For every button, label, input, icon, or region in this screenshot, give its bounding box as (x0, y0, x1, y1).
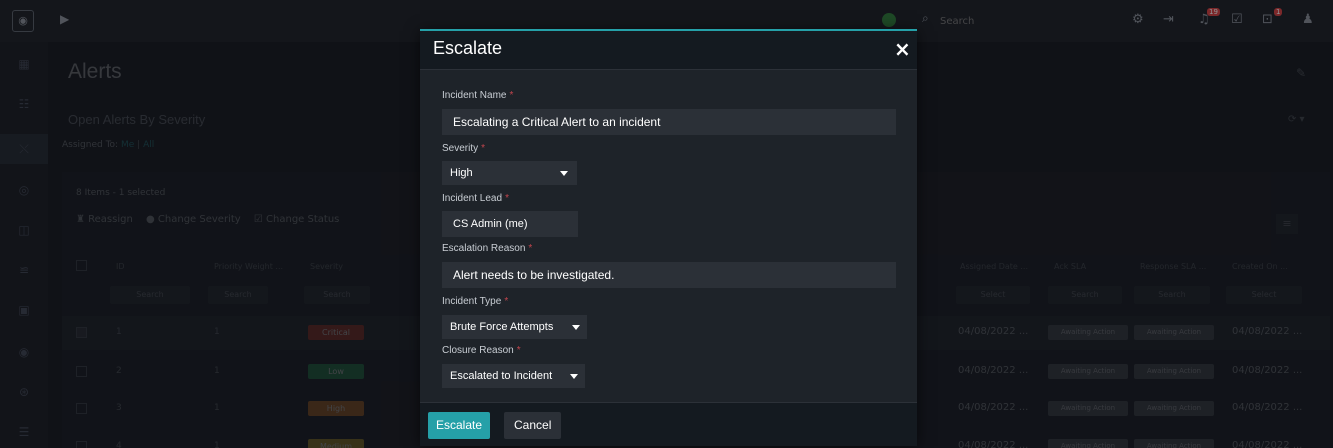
closure-reason-label-text: Closure Reason (442, 345, 514, 356)
required-mark: * (516, 345, 521, 356)
escalation-reason-label-text: Escalation Reason (442, 243, 526, 254)
closure-reason-select[interactable]: Escalated to Incident (442, 364, 585, 388)
modal-header: Escalate × (420, 31, 917, 70)
escalate-modal: Escalate × Incident Name * Escalating a C… (420, 29, 917, 446)
incident-lead-input[interactable]: CS Admin (me) (442, 211, 578, 237)
chevron-down-icon (570, 374, 578, 379)
required-mark: * (481, 143, 486, 154)
incident-lead-label-text: Incident Lead (442, 193, 503, 204)
modal-footer: Escalate Cancel (420, 402, 917, 446)
incident-name-label: Incident Name * (442, 90, 513, 101)
chevron-down-icon (572, 325, 580, 330)
modal-title: Escalate (433, 38, 503, 58)
required-mark: * (528, 243, 533, 254)
escalation-reason-input[interactable]: Alert needs to be investigated. (442, 262, 896, 288)
incident-lead-label: Incident Lead * (442, 193, 509, 204)
escalation-reason-label: Escalation Reason * (442, 243, 532, 254)
incident-name-label-text: Incident Name (442, 90, 507, 101)
incident-name-input[interactable]: Escalating a Critical Alert to an incide… (442, 109, 896, 135)
chevron-down-icon (560, 171, 568, 176)
escalate-button[interactable]: Escalate (428, 412, 491, 439)
incident-type-label-text: Incident Type (442, 296, 502, 307)
severity-value: High (450, 167, 473, 179)
incident-type-select[interactable]: Brute Force Attempts (442, 315, 587, 339)
severity-label-text: Severity (442, 143, 479, 154)
severity-label: Severity * (442, 143, 485, 154)
required-mark: * (504, 296, 509, 307)
closure-reason-value: Escalated to Incident (450, 370, 553, 382)
incident-type-label: Incident Type * (442, 296, 508, 307)
closure-reason-label: Closure Reason * (442, 345, 521, 356)
cancel-button[interactable]: Cancel (504, 412, 562, 439)
required-mark: * (505, 193, 509, 204)
close-icon[interactable]: × (894, 37, 911, 61)
incident-type-value: Brute Force Attempts (450, 321, 554, 333)
severity-select[interactable]: High (442, 161, 577, 185)
required-mark: * (509, 90, 514, 101)
